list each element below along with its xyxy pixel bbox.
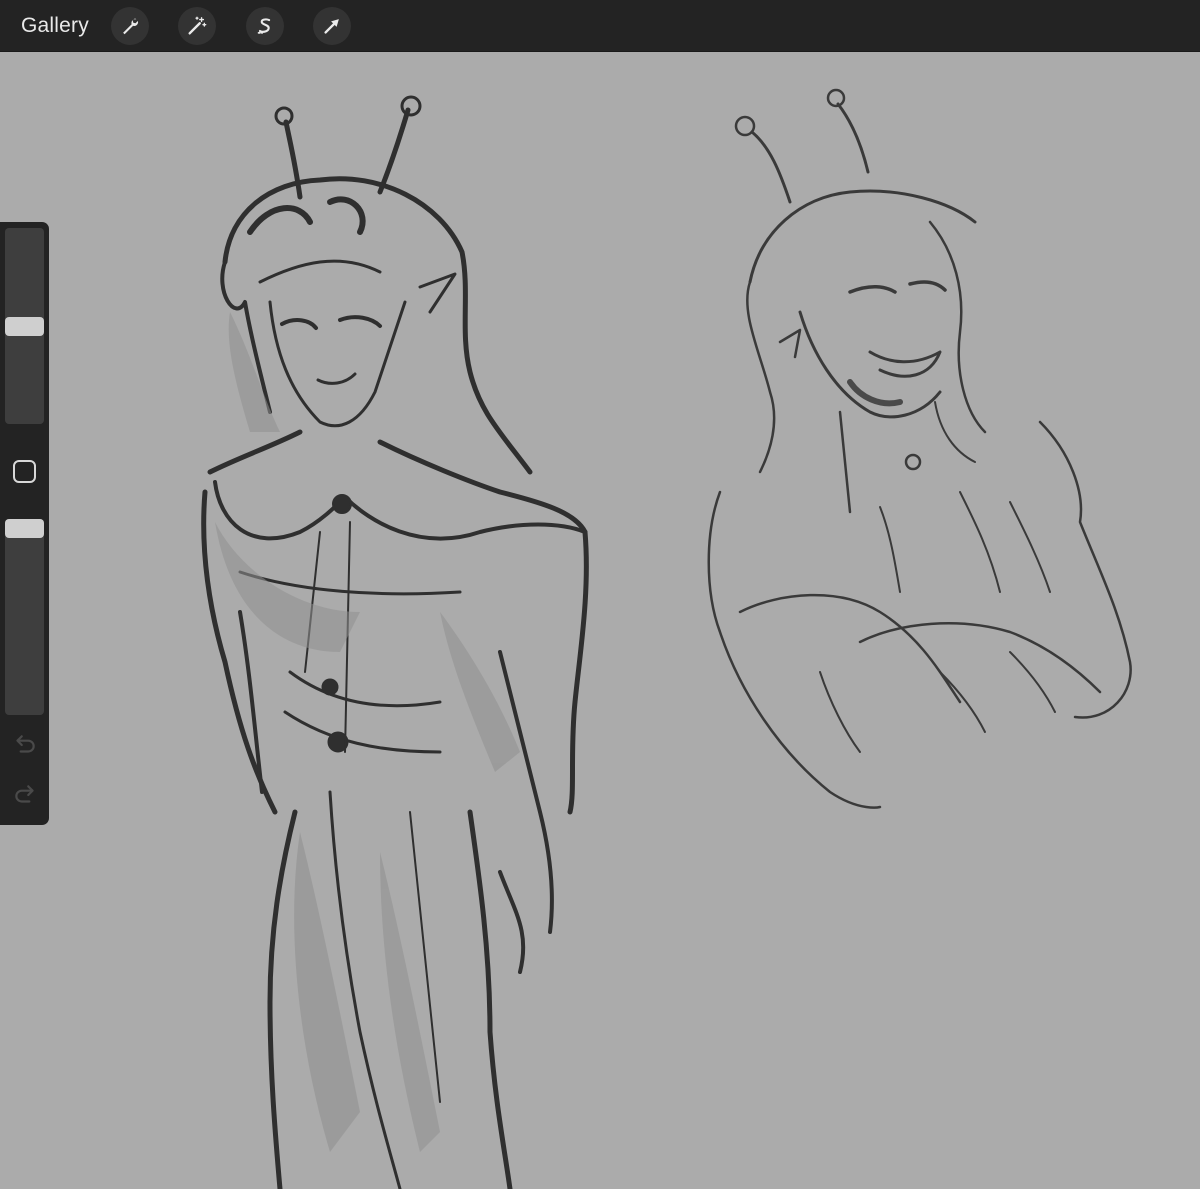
gallery-button[interactable]: Gallery <box>21 14 89 38</box>
opacity-slider[interactable] <box>5 519 44 715</box>
redo-icon[interactable] <box>12 782 38 808</box>
adjustments-button[interactable] <box>178 7 216 45</box>
right-figure-sketch <box>707 88 1132 809</box>
brush-size-thumb[interactable] <box>5 317 44 336</box>
wrench-icon <box>123 18 139 35</box>
procreate-app: Gallery <box>0 0 1200 1189</box>
transform-button[interactable] <box>313 7 351 45</box>
transform-arrow-icon <box>324 19 339 34</box>
brush-size-slider[interactable] <box>5 228 44 424</box>
modify-button[interactable] <box>13 460 36 483</box>
magic-wand-icon <box>188 16 207 35</box>
top-toolbar: Gallery <box>0 0 1200 52</box>
drawing-canvas[interactable] <box>0 52 1200 1189</box>
undo-icon[interactable] <box>12 732 38 758</box>
selection-icon <box>257 18 271 34</box>
left-figure-shading <box>215 312 520 1152</box>
actions-button[interactable] <box>111 7 149 45</box>
brush-sidebar <box>0 222 49 825</box>
selection-button[interactable] <box>246 7 284 45</box>
opacity-thumb[interactable] <box>5 519 44 538</box>
sketch-artwork <box>201 88 1132 1189</box>
